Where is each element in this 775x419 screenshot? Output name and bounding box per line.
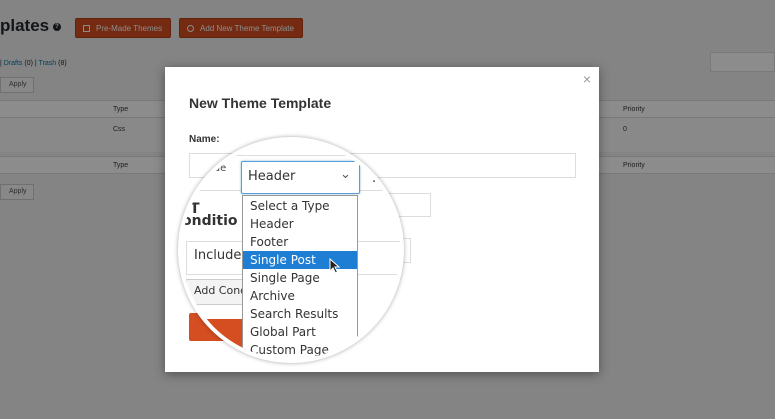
type-selected-value: Header (248, 169, 296, 184)
type-option-custom-page[interactable]: Custom Page (243, 341, 357, 359)
type-option-select-a-type[interactable]: Select a Type (243, 197, 357, 215)
type-option-global-part[interactable]: Global Part (243, 323, 357, 341)
name-value: Heade (194, 163, 227, 174)
separator-dot: · (372, 175, 377, 190)
condition-value: Include- (194, 248, 247, 263)
close-icon[interactable]: × (583, 71, 591, 87)
conditions-heading: onditio (182, 213, 238, 229)
type-option-archive[interactable]: Archive (243, 287, 357, 305)
type-option-header[interactable]: Header (243, 215, 357, 233)
name-label: Name: (189, 134, 220, 145)
type-dropdown-list: Select a Type Header Footer Single Post Sing… (242, 195, 358, 359)
magnifier-zoom: Heade T onditio Include- Add Cond Sa Hea… (178, 137, 404, 363)
mouse-cursor-icon (329, 258, 341, 274)
type-option-search-results[interactable]: Search Results (243, 305, 357, 323)
add-condition-label: Add Cond (194, 284, 248, 297)
chevron-down-icon: ⌄ (340, 167, 351, 182)
modal-title: New Theme Template (189, 95, 332, 111)
type-option-footer[interactable]: Footer (243, 233, 357, 251)
save-label: Sa (204, 326, 219, 340)
